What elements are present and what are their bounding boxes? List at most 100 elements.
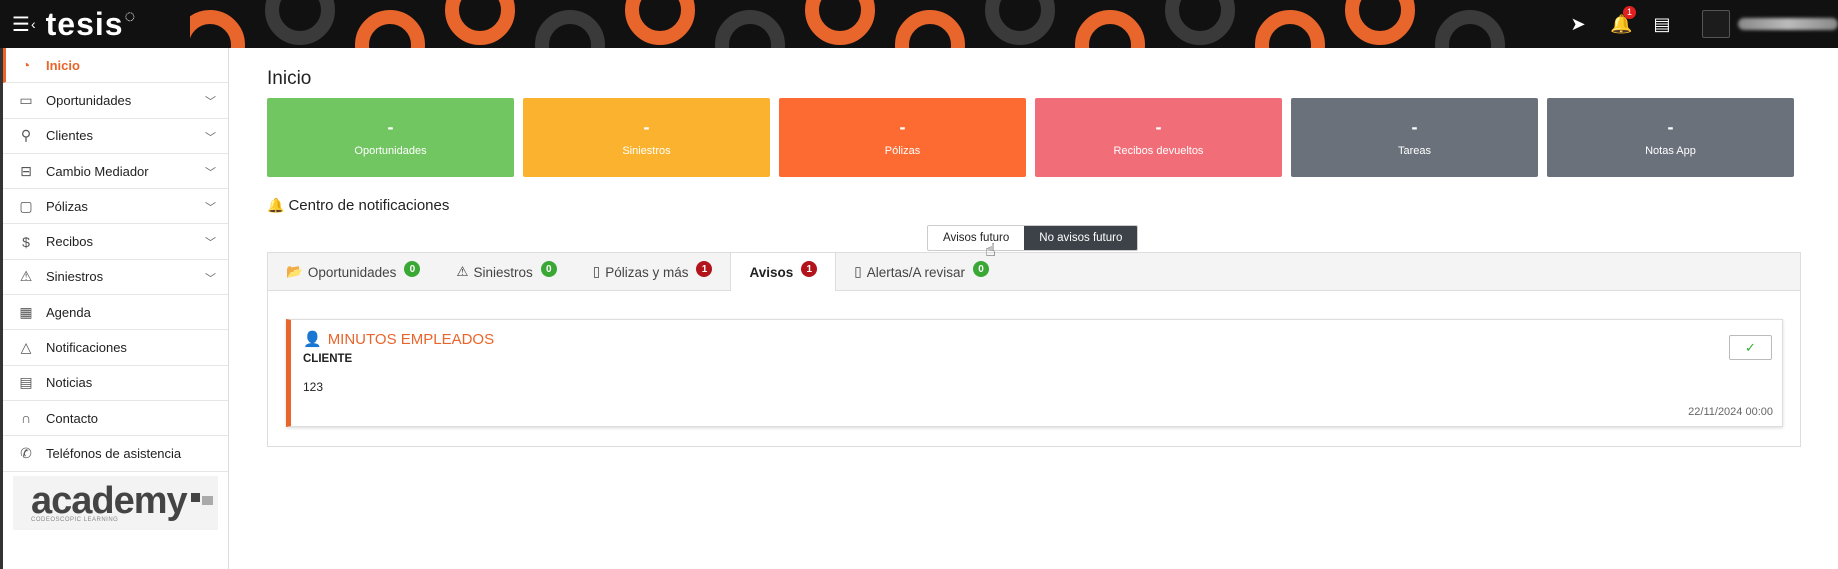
chevron-down-icon: ﹀: [205, 131, 216, 144]
sidebar-item-label: Noticias: [46, 375, 93, 391]
tab-alertas-a-revisar[interactable]: ▯ Alertas/A revisar 0: [836, 253, 1007, 291]
tab-polizas-y-mas[interactable]: ▯ Pólizas y más 1: [575, 253, 731, 291]
sidebar-item-recibos[interactable]: $ Recibos ﹀: [3, 224, 228, 260]
tab-label: Avisos: [749, 264, 794, 280]
sidebar-item-telefonos[interactable]: ✆ Teléfonos de asistencia: [3, 436, 228, 472]
sidebar-item-label: Notificaciones: [46, 340, 127, 356]
send-icon[interactable]: ➤: [1568, 14, 1588, 35]
card-recibos-devueltos[interactable]: - Recibos devueltos: [1035, 98, 1282, 177]
notification-date: 22/11/2024 00:00: [1688, 406, 1773, 418]
tab-label: Siniestros: [473, 264, 533, 280]
header-pattern: [190, 0, 1505, 48]
card-label: Tareas: [1397, 144, 1432, 157]
academy-bubble-icon: [201, 496, 213, 506]
avatar: [1702, 10, 1730, 38]
card-value: -: [1411, 116, 1418, 137]
sidebar-item-label: Teléfonos de asistencia: [46, 445, 182, 461]
sidebar-item-inicio[interactable]: ◔ Inicio: [3, 48, 228, 84]
main-content: Inicio - Oportunidades - Siniestros - Póliz…: [267, 60, 1801, 447]
chevron-down-icon: ﹀: [205, 202, 216, 215]
headset-icon: ∩: [20, 410, 32, 427]
sidebar-item-siniestros[interactable]: ⚠ Siniestros ﹀: [3, 260, 228, 296]
notification-card[interactable]: 👤 MINUTOS EMPLEADOS CLIENTE 123 ✓ 22/11/2…: [286, 319, 1783, 427]
folder-open-icon: 📂: [286, 264, 303, 279]
notification-subtitle: CLIENTE: [303, 353, 353, 365]
sidebar-item-noticias[interactable]: ▤ Noticias: [3, 366, 228, 401]
bell-icon: 🔔: [267, 197, 285, 213]
news-icon: ▤: [19, 374, 33, 391]
sidebar-item-label: Pólizas: [46, 198, 88, 214]
newspaper-icon[interactable]: ▤: [1652, 14, 1672, 35]
top-right: ➤ 🔔 1 ▤: [1528, 0, 1838, 48]
card-polizas[interactable]: - Pólizas: [779, 98, 1026, 177]
card-label: Oportunidades: [354, 144, 427, 157]
academy-logo[interactable]: academy CODEOSCOPIC LEARNING: [13, 475, 218, 530]
card-label: Recibos devueltos: [1113, 144, 1204, 157]
tab-avisos[interactable]: Avisos 1: [730, 253, 837, 291]
sidebar-item-label: Cambio Mediador: [46, 163, 149, 179]
sidebar-item-clientes[interactable]: ⚲ Clientes ﹀: [3, 119, 228, 154]
count-badge: 0: [540, 261, 557, 277]
sidebar-item-contacto[interactable]: ∩ Contacto: [3, 401, 228, 437]
card-value: -: [1667, 116, 1674, 137]
summary-cards: - Oportunidades - Siniestros - Pólizas - Rec…: [267, 98, 1801, 177]
notification-center-title: Centro de notificaciones: [288, 197, 450, 214]
sidebar-item-polizas[interactable]: ▢ Pólizas ﹀: [3, 189, 228, 225]
hand-cursor-icon: ☝: [985, 240, 996, 260]
tab-oportunidades[interactable]: 📂 Oportunidades 0: [268, 253, 438, 291]
card-oportunidades[interactable]: - Oportunidades: [267, 98, 514, 177]
user-menu[interactable]: [1702, 10, 1838, 38]
dollar-icon: $: [22, 233, 30, 250]
logo-text: tesis: [45, 5, 124, 42]
academy-subtitle: CODEOSCOPIC LEARNING: [31, 516, 119, 523]
sidebar-item-label: Oportunidades: [46, 92, 132, 108]
notification-body: 123: [303, 380, 324, 394]
academy-square-icon: [190, 493, 200, 503]
chevron-down-icon: ﹀: [205, 237, 216, 250]
academy-word: academy: [31, 479, 188, 522]
card-siniestros[interactable]: - Siniestros: [523, 98, 770, 177]
card-label: Notas App: [1645, 144, 1696, 157]
sidebar: ◔ Inicio ▭ Oportunidades ﹀ ⚲ Clientes ﹀ ⊟ Camb…: [0, 48, 229, 569]
card-value: -: [643, 116, 650, 137]
document-icon: ▢: [19, 197, 33, 214]
chevron-down-icon: ﹀: [205, 166, 216, 179]
tab-label: Oportunidades: [307, 264, 397, 280]
academy-wordmark: academy: [31, 479, 218, 522]
avisos-futuro-button[interactable]: Avisos futuro: [928, 226, 1024, 250]
sidebar-item-oportunidades[interactable]: ▭ Oportunidades ﹀: [3, 83, 228, 119]
card-tareas[interactable]: - Tareas: [1291, 98, 1538, 177]
card-value: -: [387, 116, 394, 137]
top-bar: ☰ ‹ tesis ◌ ➤ 🔔 1 ▤: [0, 0, 1838, 48]
sidebar-item-label: Recibos: [46, 234, 93, 250]
card-notas-app[interactable]: - Notas App: [1547, 98, 1794, 177]
card-value: -: [1155, 116, 1162, 137]
briefcase-icon: ⊟: [20, 162, 32, 179]
warning-icon: ⚠: [19, 268, 33, 285]
card-label: Pólizas: [884, 144, 921, 157]
sidebar-item-cambio-mediador[interactable]: ⊟ Cambio Mediador ﹀: [3, 154, 228, 190]
hamburger-icon[interactable]: ☰ ‹: [12, 12, 36, 37]
check-icon: ✓: [1745, 339, 1756, 355]
count-badge: 1: [696, 261, 713, 277]
sidebar-item-notificaciones[interactable]: △ Notificaciones: [3, 330, 228, 366]
sidebar-item-label: Siniestros: [46, 269, 104, 285]
home-icon: ◔: [21, 57, 31, 74]
warning-icon: ⚠: [456, 264, 469, 279]
logo-mark-icon: ◌: [124, 5, 137, 26]
no-avisos-futuro-button[interactable]: No avisos futuro: [1024, 226, 1138, 250]
calendar-icon: ▦: [19, 303, 33, 320]
mark-read-button[interactable]: ✓: [1729, 335, 1772, 360]
count-badge: 0: [973, 261, 989, 277]
sidebar-item-label: Inicio: [46, 57, 80, 73]
folder-icon: ▭: [19, 91, 33, 108]
file-icon: ▯: [592, 264, 601, 279]
top-left: ☰ ‹ tesis ◌: [0, 0, 190, 48]
card-value: -: [899, 116, 906, 137]
bell-icon[interactable]: 🔔 1: [1610, 5, 1636, 35]
sidebar-item-agenda[interactable]: ▦ Agenda: [3, 295, 228, 331]
app-logo[interactable]: tesis ◌: [46, 6, 137, 43]
count-badge: 0: [404, 261, 421, 277]
chevron-down-icon: ﹀: [205, 272, 216, 285]
tab-siniestros[interactable]: ⚠ Siniestros 0: [438, 253, 574, 291]
